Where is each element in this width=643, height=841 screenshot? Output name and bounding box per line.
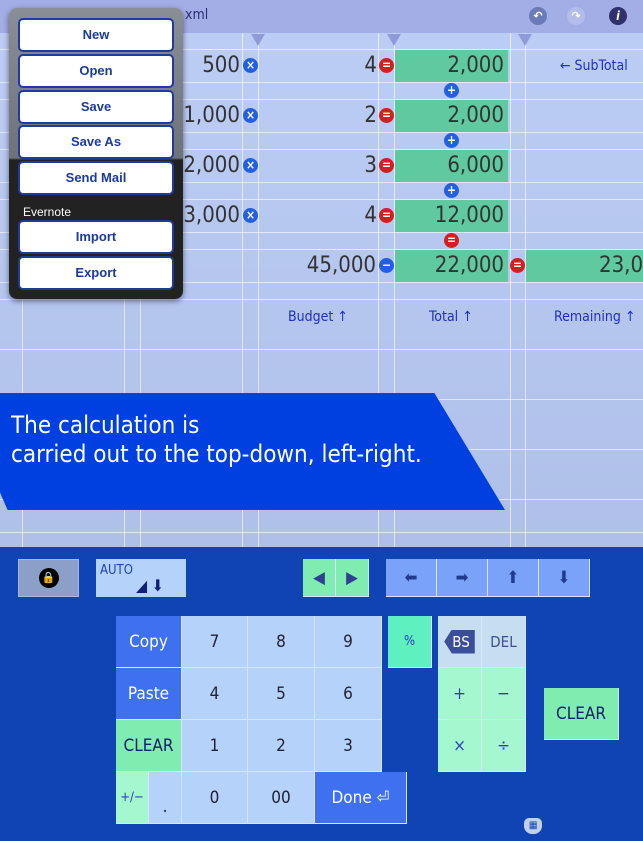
- remaining-cell[interactable]: 23,00: [526, 250, 643, 282]
- equals-op-icon[interactable]: =: [379, 58, 394, 73]
- move-down-button[interactable]: ⬇: [539, 559, 590, 597]
- decimal-button[interactable]: .: [149, 772, 182, 824]
- menu-new-button[interactable]: New: [18, 18, 174, 52]
- menu-send-mail-button[interactable]: Send Mail: [18, 161, 174, 195]
- info-icon[interactable]: i: [609, 7, 627, 25]
- paste-button[interactable]: Paste: [116, 668, 182, 720]
- menu-open-button[interactable]: Open: [18, 54, 174, 88]
- lock-button[interactable]: 🔒: [18, 559, 79, 597]
- minus-op-icon[interactable]: −: [379, 258, 394, 273]
- column-marker-icon[interactable]: [251, 34, 265, 46]
- undo-icon[interactable]: ↶: [529, 7, 547, 25]
- delete-button[interactable]: DEL: [482, 616, 526, 668]
- key-2[interactable]: 2: [248, 720, 315, 772]
- key-7[interactable]: 7: [182, 616, 248, 668]
- total-cell[interactable]: 6,000: [395, 150, 508, 182]
- subtotal-note: ← SubTotal: [560, 58, 628, 74]
- file-menu-popover: New Open Save Save As Send Mail Evernote…: [9, 8, 183, 299]
- multiply-op-icon[interactable]: ×: [243, 58, 258, 73]
- remaining-label: Remaining ↑: [554, 309, 636, 325]
- key-8[interactable]: 8: [248, 616, 315, 668]
- clear-all-button[interactable]: CLEAR: [544, 688, 619, 740]
- done-button[interactable]: Done ⏎: [315, 772, 407, 824]
- menu-save-as-button[interactable]: Save As: [18, 125, 174, 159]
- auto-direction-button[interactable]: AUTO ◢ ⬇: [96, 559, 186, 597]
- column-marker-icon[interactable]: [387, 34, 401, 46]
- evernote-section-label: Evernote: [23, 205, 72, 219]
- equals-op-icon[interactable]: =: [444, 233, 459, 248]
- equals-op-icon[interactable]: =: [510, 258, 525, 273]
- arrow-up-icon: ⬆: [506, 567, 520, 588]
- file-title: xml: [185, 7, 209, 23]
- percent-button[interactable]: %: [388, 616, 432, 668]
- qty-cell[interactable]: 4: [300, 50, 377, 82]
- move-up-button[interactable]: ⬆: [488, 559, 539, 597]
- key-5[interactable]: 5: [248, 668, 315, 720]
- key-6[interactable]: 6: [315, 668, 382, 720]
- backspace-button[interactable]: BS: [438, 616, 482, 668]
- evernote-export-button[interactable]: Export: [18, 256, 174, 290]
- plus-op-icon[interactable]: +: [444, 183, 459, 198]
- key-4[interactable]: 4: [182, 668, 248, 720]
- key-3[interactable]: 3: [315, 720, 382, 772]
- menu-save-button[interactable]: Save: [18, 90, 174, 124]
- direction-arrow-icon: ◢ ⬇: [136, 576, 164, 595]
- prev-cell-button[interactable]: ◀: [303, 559, 336, 597]
- total-cell[interactable]: 12,000: [395, 200, 508, 232]
- multiply-op-icon[interactable]: ×: [243, 158, 258, 173]
- backspace-icon: BS: [444, 629, 475, 654]
- multiply-button[interactable]: ×: [438, 720, 482, 772]
- equals-op-icon[interactable]: =: [379, 108, 394, 123]
- total-sum-cell[interactable]: 22,000: [395, 250, 508, 282]
- multiply-op-icon[interactable]: ×: [243, 208, 258, 223]
- evernote-import-button[interactable]: Import: [18, 220, 174, 254]
- qty-cell[interactable]: 4: [300, 200, 377, 232]
- banner-line-2: carried out to the top-down, left-right.: [11, 440, 422, 468]
- plus-op-icon[interactable]: +: [444, 83, 459, 98]
- lock-icon: 🔒: [38, 568, 59, 588]
- triangle-right-icon: ▶: [346, 567, 358, 588]
- plus-op-icon[interactable]: +: [444, 133, 459, 148]
- total-cell[interactable]: 2,000: [395, 100, 508, 132]
- equals-op-icon[interactable]: =: [379, 158, 394, 173]
- clear-entry-button[interactable]: CLEAR: [116, 720, 182, 772]
- divide-button[interactable]: ÷: [482, 720, 526, 772]
- minus-button[interactable]: −: [482, 668, 526, 720]
- qty-cell[interactable]: 3: [300, 150, 377, 182]
- arrow-left-icon: ⬅: [404, 567, 418, 588]
- move-right-button[interactable]: ➡: [437, 559, 488, 597]
- budget-sum-cell[interactable]: 45,000: [280, 250, 376, 282]
- key-1[interactable]: 1: [182, 720, 248, 772]
- triangle-left-icon: ◀: [313, 567, 325, 588]
- plus-minus-button[interactable]: +∕−: [116, 772, 149, 824]
- redo-icon[interactable]: ↷: [567, 7, 585, 25]
- total-cell[interactable]: 2,000: [395, 50, 508, 82]
- next-cell-button[interactable]: ▶: [336, 559, 369, 597]
- copy-button[interactable]: Copy: [116, 616, 182, 668]
- arrow-right-icon: ➡: [455, 567, 469, 588]
- banner-line-1: The calculation is: [11, 411, 200, 439]
- multiply-op-icon[interactable]: ×: [243, 108, 258, 123]
- hide-keyboard-icon[interactable]: ▦: [524, 818, 542, 834]
- qty-cell[interactable]: 2: [300, 100, 377, 132]
- key-9[interactable]: 9: [315, 616, 382, 668]
- plus-button[interactable]: +: [438, 668, 482, 720]
- key-0[interactable]: 0: [182, 772, 248, 824]
- info-banner: The calculation is carried out to the to…: [0, 393, 505, 510]
- equals-op-icon[interactable]: =: [379, 208, 394, 223]
- budget-label: Budget ↑: [288, 309, 348, 325]
- total-label: Total ↑: [429, 309, 473, 325]
- key-00[interactable]: 00: [248, 772, 315, 824]
- auto-label: AUTO: [100, 563, 133, 578]
- move-left-button[interactable]: ⬅: [386, 559, 437, 597]
- arrow-down-icon: ⬇: [557, 567, 571, 588]
- column-marker-icon[interactable]: [518, 34, 532, 46]
